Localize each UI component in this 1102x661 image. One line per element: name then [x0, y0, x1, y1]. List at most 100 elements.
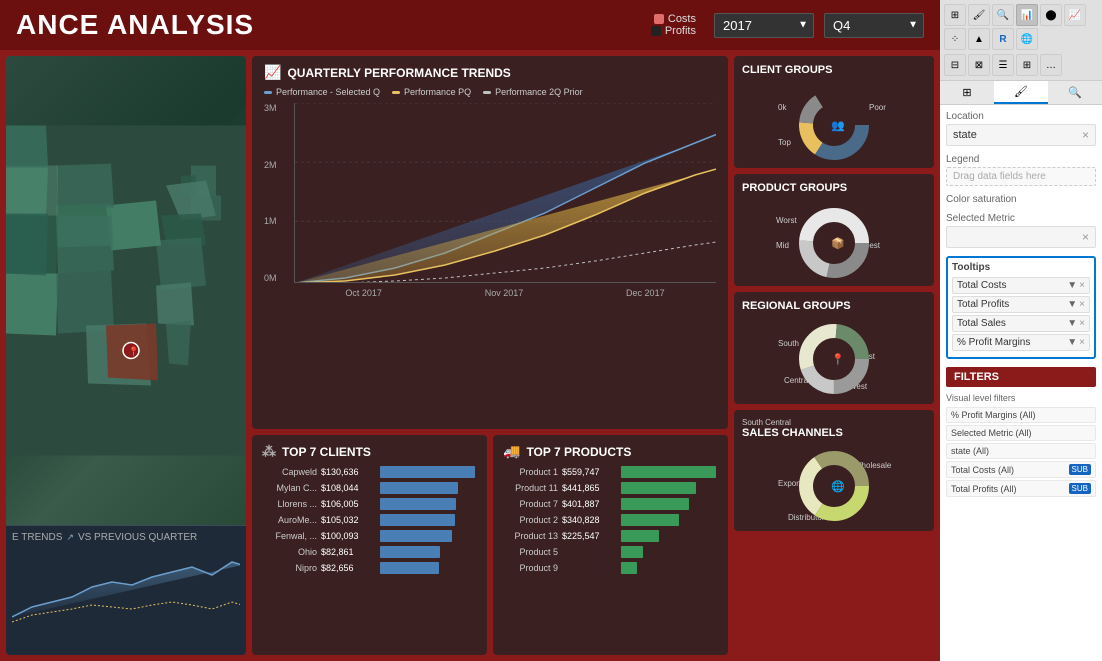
selected-metric-value-box[interactable]: ×: [946, 226, 1096, 248]
table-row: Product 13 $225,547: [503, 530, 718, 542]
y-axis-labels: 3M 2M 1M 0M: [264, 103, 289, 283]
tooltip-item-total-profits[interactable]: Total Profits ▼ ×: [952, 296, 1090, 313]
vs-prev-label: VS PREVIOUS QUARTER: [78, 532, 197, 543]
right-panel-toolbar: ⊞ 🖌 🔍 📊 ⬤ 📈 ⁘ ▲ R 🌐 ⊟ ⊠ ☰ ⊞ …: [940, 0, 1102, 81]
right-donut-section: CLIENT GROUPS 0k Top Poor 👥: [734, 56, 934, 655]
toolbar-grid2-btn[interactable]: ⊞: [1016, 54, 1038, 76]
svg-text:🌐: 🌐: [831, 480, 845, 493]
tooltip-margins-down[interactable]: ▼: [1067, 337, 1077, 348]
tooltip-profits-down[interactable]: ▼: [1067, 299, 1077, 310]
table-row: AuroMe... $105,032: [262, 514, 477, 526]
map-area[interactable]: 📍: [6, 56, 246, 525]
svg-text:South: South: [778, 339, 799, 348]
profits-label: Profits: [665, 25, 696, 37]
selected-metric-label: Selected Metric: [946, 213, 1096, 224]
toolbar-dots-btn[interactable]: …: [1040, 54, 1062, 76]
filters-header: FILTERS: [946, 367, 1096, 387]
main-content: 📍 E TRENDS ↗ VS PREVIOUS QUARTER: [0, 50, 940, 661]
svg-text:👥: 👥: [831, 120, 845, 132]
bar-fill: [380, 562, 439, 574]
chart-legend: Performance - Selected Q Performance PQ …: [264, 87, 716, 97]
toolbar-list-btn[interactable]: ☰: [992, 54, 1014, 76]
costs-dot: [654, 14, 664, 24]
toolbar-globe-btn[interactable]: 🌐: [1016, 28, 1038, 50]
regional-donut-svg: South East Central West 📍: [774, 311, 894, 401]
tooltip-sales-x[interactable]: ×: [1079, 318, 1085, 329]
filters-section: FILTERS Visual level filters % Profit Ma…: [946, 367, 1096, 497]
tooltip-costs-label: Total Costs: [957, 280, 1006, 291]
center-content: 📈 QUARTERLY PERFORMANCE TRENDS Performan…: [252, 56, 728, 655]
clients-bar-list: Capweld $130,636 Mylan C... $108,044 Llo…: [262, 466, 477, 574]
tooltip-margins-label: % Profit Margins: [957, 337, 1030, 348]
product-groups-card: PRODUCT GROUPS Worst Mid Best 📦: [734, 174, 934, 286]
table-row: Nipro $82,656: [262, 562, 477, 574]
tooltip-costs-controls: ▼ ×: [1067, 280, 1085, 291]
subscribe-badge-1: SUB: [1069, 464, 1091, 475]
selected-metric-x-btn[interactable]: ×: [1082, 230, 1089, 244]
area-chart-svg: [295, 103, 716, 282]
location-x-btn[interactable]: ×: [1082, 128, 1089, 142]
tooltip-costs-x[interactable]: ×: [1079, 280, 1085, 291]
bar-fill: [380, 482, 458, 494]
quarter-dropdown[interactable]: Q4: [824, 13, 924, 38]
table-row: Product 2 $340,828: [503, 514, 718, 526]
legend-drag-placeholder[interactable]: Drag data fields here: [946, 167, 1096, 186]
legend-item-3: Performance 2Q Prior: [483, 87, 583, 97]
toolbar-chart-btn[interactable]: 📊: [1016, 4, 1038, 26]
color-saturation-section: Color saturation: [946, 194, 1096, 205]
svg-text:📍: 📍: [831, 353, 845, 366]
filter-selected-metric[interactable]: Selected Metric (All): [946, 425, 1096, 441]
client-groups-card: CLIENT GROUPS 0k Top Poor 👥: [734, 56, 934, 168]
toolbar-pie-btn[interactable]: ⬤: [1040, 4, 1062, 26]
left-panel: ANCE ANALYSIS Costs Profits 2017 ▼: [0, 0, 940, 661]
product-groups-donut: Worst Mid Best 📦: [742, 198, 926, 278]
toolbar-scatter-btn[interactable]: ⁘: [944, 28, 966, 50]
table-row: Llorens ... $106,005: [262, 498, 477, 510]
filter-profit-margins[interactable]: % Profit Margins (All): [946, 407, 1096, 423]
tab-fields[interactable]: ⊞: [940, 81, 994, 104]
table-row: Product 9: [503, 562, 718, 574]
year-dropdown-wrapper[interactable]: 2017 ▼: [714, 13, 814, 38]
table-row: Fenwal, ... $100,093: [262, 530, 477, 542]
toolbar-table-btn[interactable]: ⊟: [944, 54, 966, 76]
filter-total-profits[interactable]: Total Profits (All) SUB: [946, 480, 1096, 497]
location-value: state: [953, 129, 977, 141]
tooltip-sales-label: Total Sales: [957, 318, 1006, 329]
toolbar-grid-btn[interactable]: ⊞: [944, 4, 966, 26]
svg-text:0k: 0k: [778, 103, 787, 112]
toolbar-paint-btn[interactable]: 🖌: [968, 4, 990, 26]
right-panel-tabs: ⊞ 🖌 🔍: [940, 81, 1102, 105]
year-dropdown[interactable]: 2017: [714, 13, 814, 38]
filter-total-costs[interactable]: Total Costs (All) SUB: [946, 461, 1096, 478]
tooltip-item-profit-margins[interactable]: % Profit Margins ▼ ×: [952, 334, 1090, 351]
bar-fill: [621, 514, 679, 526]
sparkline-area: [12, 547, 240, 627]
right-panel: ⊞ 🖌 🔍 📊 ⬤ 📈 ⁘ ▲ R 🌐 ⊟ ⊠ ☰ ⊞ … ⊞ 🖌 🔍 Loca…: [940, 0, 1102, 661]
toolbar-area-btn[interactable]: ▲: [968, 28, 990, 50]
tooltips-section: Tooltips Total Costs ▼ × Total Profits ▼…: [946, 256, 1096, 359]
profits-dot: [651, 26, 661, 36]
tooltip-costs-down[interactable]: ▼: [1067, 280, 1077, 291]
tooltip-sales-down[interactable]: ▼: [1067, 318, 1077, 329]
tooltip-profits-x[interactable]: ×: [1079, 299, 1085, 310]
tooltip-item-total-sales[interactable]: Total Sales ▼ ×: [952, 315, 1090, 332]
subscribe-badge-2: SUB: [1069, 483, 1091, 494]
location-value-box[interactable]: state ×: [946, 124, 1096, 146]
toolbar-r-btn[interactable]: R: [992, 28, 1014, 50]
header: ANCE ANALYSIS Costs Profits 2017 ▼: [0, 0, 940, 50]
tooltip-sales-controls: ▼ ×: [1067, 318, 1085, 329]
client-groups-title: CLIENT GROUPS: [742, 64, 926, 76]
toolbar-line-btn[interactable]: 📈: [1064, 4, 1086, 26]
toolbar-cards-btn[interactable]: ⊠: [968, 54, 990, 76]
quarter-dropdown-wrapper[interactable]: Q4 ▼: [824, 13, 924, 38]
tab-format[interactable]: 🖌: [994, 81, 1048, 104]
tooltip-item-total-costs[interactable]: Total Costs ▼ ×: [952, 277, 1090, 294]
tooltip-margins-x[interactable]: ×: [1079, 337, 1085, 348]
header-controls: Costs Profits 2017 ▼ Q4 ▼: [651, 13, 924, 38]
tab-analytics[interactable]: 🔍: [1048, 81, 1102, 104]
filter-state[interactable]: state (All): [946, 443, 1096, 459]
products-title: 🚚 TOP 7 PRODUCTS: [503, 443, 718, 460]
toolbar-filter-btn[interactable]: 🔍: [992, 4, 1014, 26]
costs-label: Costs: [668, 13, 696, 25]
quarterly-chart-area: 3M 2M 1M 0M: [264, 103, 716, 303]
